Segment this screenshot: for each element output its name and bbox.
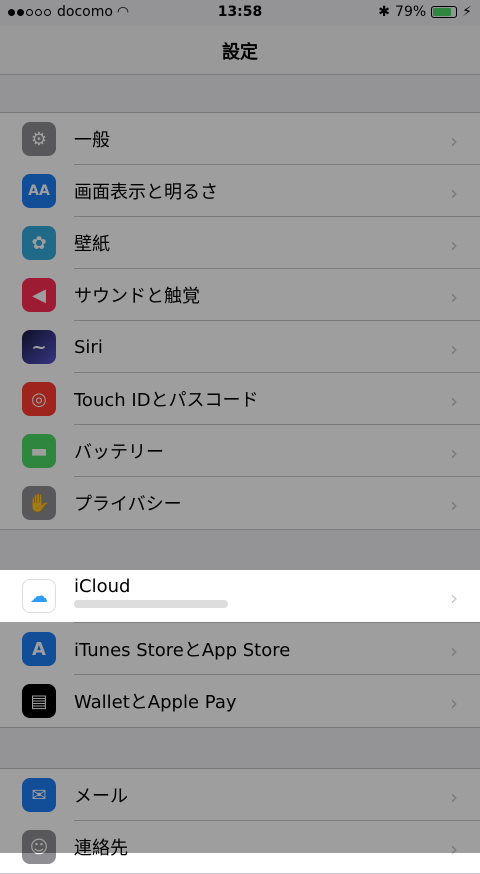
status-bar: docomo ◠ 13:58 ✱ 79% ⚡	[0, 0, 480, 26]
bluetooth-icon: ✱	[378, 4, 391, 20]
mail-icon: ✉	[22, 778, 56, 812]
settings-row-siri[interactable]: ~ Siri ›	[0, 321, 480, 373]
settings-group-3: ✉ メール › ☺ 連絡先 ›	[0, 768, 480, 874]
row-label: サウンドと触覚	[74, 286, 200, 307]
settings-row-mail[interactable]: ✉ メール ›	[0, 769, 480, 821]
wallet-icon: ▤	[22, 684, 56, 718]
navigation-bar: 設定	[0, 26, 480, 75]
gear-icon: ⚙	[22, 122, 56, 156]
fingerprint-icon: ◎	[22, 382, 56, 416]
chevron-right-icon: ›	[450, 181, 458, 205]
chevron-right-icon: ›	[450, 129, 458, 153]
chevron-right-icon: ›	[450, 837, 458, 861]
row-label: iTunes StoreとApp Store	[74, 640, 291, 661]
page-title: 設定	[222, 42, 258, 63]
contacts-icon: ☺	[22, 830, 56, 864]
settings-row-wallpaper[interactable]: ✿ 壁紙 ›	[0, 217, 480, 269]
chevron-right-icon: ›	[450, 493, 458, 517]
siri-icon: ~	[22, 330, 56, 364]
chevron-right-icon: ›	[450, 337, 458, 361]
settings-row-touchid[interactable]: ◎ Touch IDとパスコード ›	[0, 373, 480, 425]
chevron-right-icon: ›	[450, 441, 458, 465]
battery-area: ✱ 79% ⚡	[378, 4, 472, 20]
battery-icon	[431, 6, 458, 18]
chevron-right-icon: ›	[450, 285, 458, 309]
settings-row-display[interactable]: AA 画面表示と明るさ ›	[0, 165, 480, 217]
apple-id-redacted	[74, 600, 228, 608]
row-label: メール	[74, 786, 128, 807]
chevron-right-icon: ›	[450, 586, 458, 610]
row-label: 連絡先	[74, 838, 128, 859]
battery-icon: ▬	[22, 434, 56, 468]
chevron-right-icon: ›	[450, 691, 458, 715]
row-label: プライバシー	[74, 494, 182, 515]
row-label: 画面表示と明るさ	[74, 182, 218, 203]
settings-row-sounds[interactable]: ◀ サウンドと触覚 ›	[0, 269, 480, 321]
chevron-right-icon: ›	[450, 233, 458, 257]
row-label: WalletとApple Pay	[74, 692, 237, 713]
chevron-right-icon: ›	[450, 639, 458, 663]
settings-row-battery[interactable]: ▬ バッテリー ›	[0, 425, 480, 477]
charging-icon: ⚡	[462, 4, 472, 20]
row-label: 一般	[74, 130, 110, 151]
settings-row-itunes[interactable]: A iTunes StoreとApp Store ›	[0, 623, 480, 675]
settings-row-icloud[interactable]: ☁ iCloud ›	[0, 570, 480, 622]
settings-row-privacy[interactable]: ✋ プライバシー ›	[0, 477, 480, 529]
settings-row-contacts[interactable]: ☺ 連絡先 ›	[0, 821, 480, 873]
row-label: 壁紙	[74, 234, 110, 255]
speaker-icon: ◀	[22, 278, 56, 312]
row-label: iCloud	[74, 576, 131, 597]
text-size-icon: AA	[22, 174, 56, 208]
settings-row-general[interactable]: ⚙ 一般 ›	[0, 113, 480, 165]
chevron-right-icon: ›	[450, 389, 458, 413]
row-label: Siri	[74, 336, 103, 358]
chevron-right-icon: ›	[450, 785, 458, 809]
hand-icon: ✋	[22, 486, 56, 520]
row-label: バッテリー	[74, 442, 164, 463]
wallpaper-icon: ✿	[22, 226, 56, 260]
battery-percent: 79%	[395, 4, 427, 20]
app-store-icon: A	[22, 632, 56, 666]
row-label: Touch IDとパスコード	[74, 390, 259, 411]
cloud-icon: ☁	[22, 579, 56, 613]
settings-group-1: ⚙ 一般 › AA 画面表示と明るさ › ✿ 壁紙 › ◀ サウンドと触覚 › …	[0, 112, 480, 530]
settings-row-wallet[interactable]: ▤ WalletとApple Pay ›	[0, 675, 480, 727]
